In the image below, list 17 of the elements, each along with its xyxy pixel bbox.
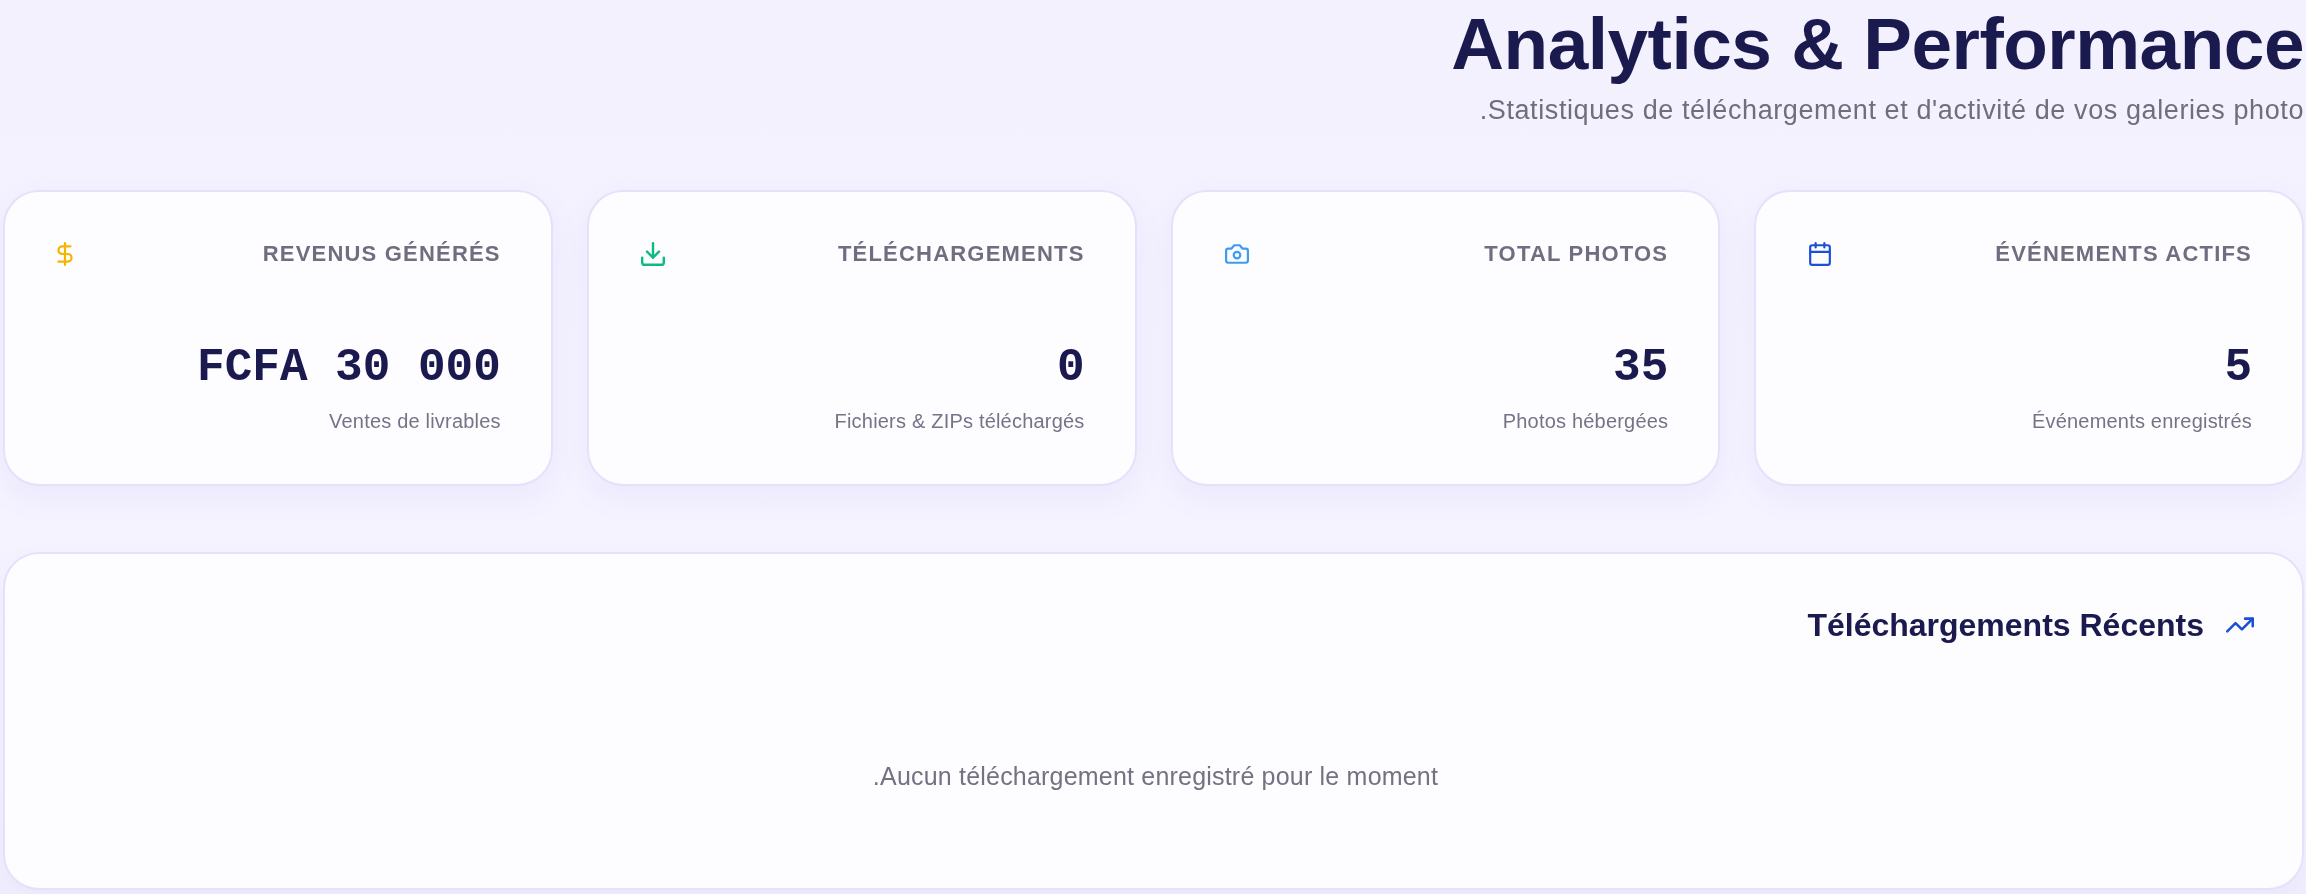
page-title: Analytics & Performance	[1451, 6, 2304, 82]
stat-value: FCFA 30 000	[197, 341, 501, 396]
stat-label: TÉLÉCHARGEMENTS	[837, 241, 1085, 267]
stat-label: TOTAL PHOTOS	[1484, 241, 1669, 267]
stat-caption: Ventes de livrables	[329, 409, 501, 434]
stat-caption: Événements enregistrés	[2031, 409, 2252, 434]
stat-value: 5	[2224, 341, 2252, 396]
stat-caption: Photos hébergées	[1502, 409, 1669, 434]
stat-value: 0	[1056, 341, 1085, 396]
stat-value: 35	[1613, 341, 1669, 396]
panel-title: Téléchargements Récents	[1807, 607, 2204, 643]
empty-message: .Aucun téléchargement enregistré pour le moment	[872, 761, 1439, 791]
trend-up-icon	[2226, 617, 2254, 633]
page-subtitle: .Statistiques de téléchargement et d'activité de vos galeries photo	[1479, 94, 2304, 126]
stat-label: ÉVÉNEMENTS ACTIFS	[1995, 241, 2252, 267]
stat-label: REVENUS GÉNÉRÉS	[262, 241, 501, 267]
stat-caption: Fichiers & ZIPs téléchargés	[834, 409, 1085, 434]
